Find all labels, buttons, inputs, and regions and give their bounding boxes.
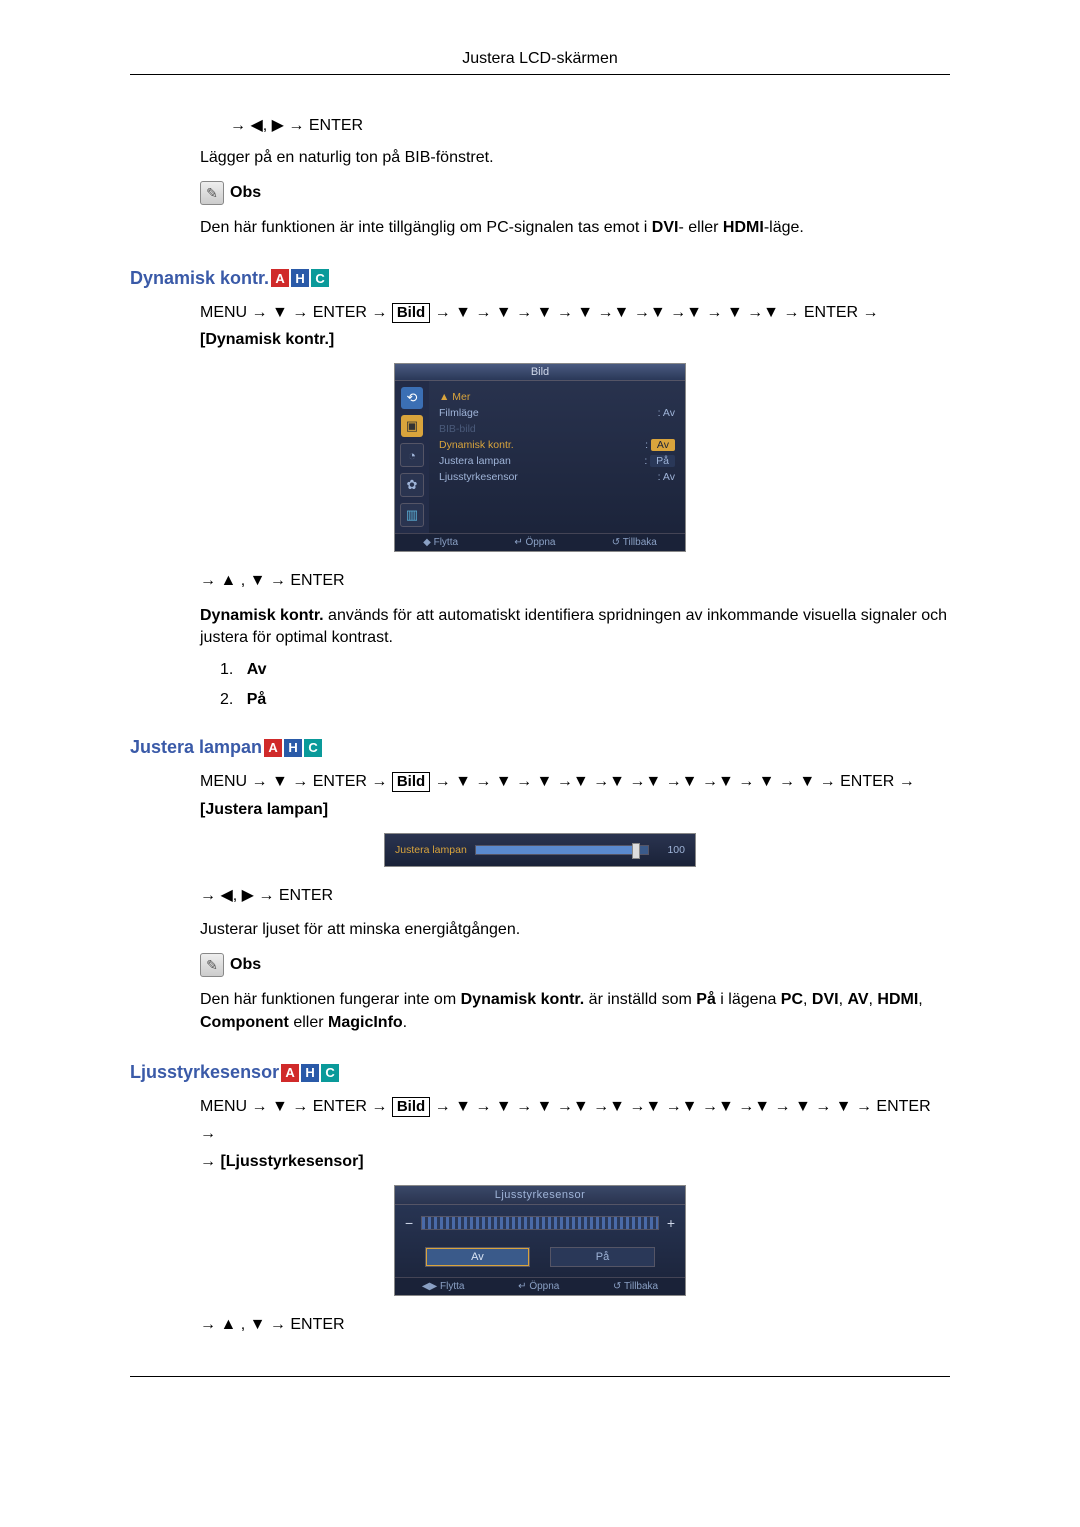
slider-track	[475, 845, 649, 855]
note-icon: ✎	[200, 181, 224, 205]
footer-rule	[130, 1376, 950, 1377]
osd-title: Ljusstyrkesensor	[395, 1186, 685, 1205]
slider-value: 100	[657, 844, 685, 856]
badge-c-icon: C	[304, 739, 322, 757]
menu-path-sensor: MENU → ▼ → ENTER → Bild → ▼ → ▼ → ▼ →▼ →…	[200, 1093, 950, 1175]
nav-sequence: → ▲ , ▼ → ENTER	[200, 570, 950, 592]
note-text: Den här funktionen fungerar inte om Dyna…	[200, 989, 950, 1034]
note-label: Obs	[230, 184, 261, 202]
osd-footer: ◀▶ Flytta ↵ Öppna ↺ Tillbaka	[395, 1277, 685, 1295]
nav-sequence: → ◀, ▶ → ENTER	[200, 885, 950, 907]
page-title: Justera LCD-skärmen	[130, 50, 950, 75]
slider-bar	[421, 1216, 659, 1230]
osd-title: Bild	[395, 364, 685, 381]
note-row: ✎ Obs	[200, 953, 950, 977]
osd-menu-list: ▲ Mer Filmläge: Av BIB-bild Dynamisk kon…	[429, 381, 685, 533]
badge-c-icon: C	[321, 1064, 339, 1082]
bild-tag: Bild	[392, 1097, 430, 1117]
osd-footer: ◆ Flytta ↵ Öppna ↺ Tillbaka	[395, 533, 685, 551]
osd-footer-back: ↺ Tillbaka	[613, 1281, 658, 1292]
nav-sequence: → ▲ , ▼ → ENTER	[200, 1314, 950, 1336]
osd-footer-open: ↵ Öppna	[518, 1281, 559, 1292]
osd-footer-open: ↵ Öppna	[514, 537, 555, 548]
list-item: 2. På	[220, 691, 950, 709]
badge-a-icon: A	[264, 739, 282, 757]
list-item: 1. Av	[220, 661, 950, 679]
osd-row-selected: Dynamisk kontr.: Av	[437, 437, 677, 453]
osd-icon-column: ⟲ ▣ ◔ ✿ ▥	[395, 381, 429, 533]
bild-tag: Bild	[392, 772, 430, 792]
nav-sequence: → ◀, ▶ → ENTER	[230, 115, 950, 135]
note-row: ✎ Obs	[200, 181, 950, 205]
osd-row: Ljusstyrkesensor: Av	[437, 469, 677, 485]
osd-row: BIB-bild	[437, 421, 677, 437]
ordered-list: 1. Av 2. På	[220, 661, 950, 709]
osd-icon-input: ▣	[401, 415, 423, 437]
note-label: Obs	[230, 956, 261, 974]
bild-tag: Bild	[392, 303, 430, 323]
section-heading-dynamisk: Dynamisk kontr. A H C	[130, 268, 950, 289]
description-text: Dynamisk kontr. används för att automati…	[200, 605, 950, 650]
note-icon: ✎	[200, 953, 224, 977]
badge-a-icon: A	[271, 269, 289, 287]
menu-path-dynamisk: MENU → ▼ → ENTER → Bild → ▼ → ▼ → ▼ → ▼ …	[200, 299, 950, 353]
page: Justera LCD-skärmen → ◀, ▶ → ENTER Lägge…	[0, 0, 1080, 1445]
osd-screenshot-bild: Bild ⟲ ▣ ◔ ✿ ▥ ▲ Mer Filmläge: Av BIB-bi…	[394, 363, 686, 552]
osd-sensor-slider: − +	[395, 1205, 685, 1241]
description-text: Justerar ljuset för att minska energiåtg…	[200, 919, 950, 941]
osd-footer-move: ◆ Flytta	[423, 537, 458, 548]
osd-row: Justera lampan: På	[437, 453, 677, 469]
section-heading-lampan: Justera lampan A H C	[130, 737, 950, 758]
osd-icon-clock: ◔	[400, 443, 424, 467]
osd-footer-back: ↺ Tillbaka	[612, 537, 657, 548]
badge-a-icon: A	[281, 1064, 299, 1082]
osd-icon-multi: ▥	[400, 503, 424, 527]
section-heading-sensor: Ljusstyrkesensor A H C	[130, 1062, 950, 1083]
osd-buttons-row: Av På	[395, 1241, 685, 1277]
osd-slider-lampan: Justera lampan 100	[384, 833, 696, 867]
osd-footer-move: ◀▶ Flytta	[422, 1281, 465, 1292]
osd-icon-setup: ✿	[400, 473, 424, 497]
badge-h-icon: H	[291, 269, 309, 287]
minus-icon: −	[405, 1215, 413, 1231]
osd-button-pa: På	[550, 1247, 655, 1267]
slider-label: Justera lampan	[395, 844, 467, 856]
plus-icon: +	[667, 1215, 675, 1231]
badge-h-icon: H	[284, 739, 302, 757]
menu-path-lampan: MENU → ▼ → ENTER → Bild → ▼ → ▼ → ▼ →▼ →…	[200, 768, 950, 822]
note-text: Den här funktionen är inte tillgänglig o…	[200, 217, 950, 239]
osd-icon-picture: ⟲	[401, 387, 423, 409]
slider-knob	[632, 843, 640, 859]
badge-c-icon: C	[311, 269, 329, 287]
osd-screenshot-sensor: Ljusstyrkesensor − + Av På ◀▶ Flytta ↵ Ö…	[394, 1185, 686, 1296]
badge-h-icon: H	[301, 1064, 319, 1082]
osd-row: Filmläge: Av	[437, 405, 677, 421]
description-text: Lägger på en naturlig ton på BIB-fönstre…	[200, 147, 950, 169]
osd-more: ▲ Mer	[437, 389, 677, 405]
osd-button-av: Av	[425, 1247, 530, 1267]
